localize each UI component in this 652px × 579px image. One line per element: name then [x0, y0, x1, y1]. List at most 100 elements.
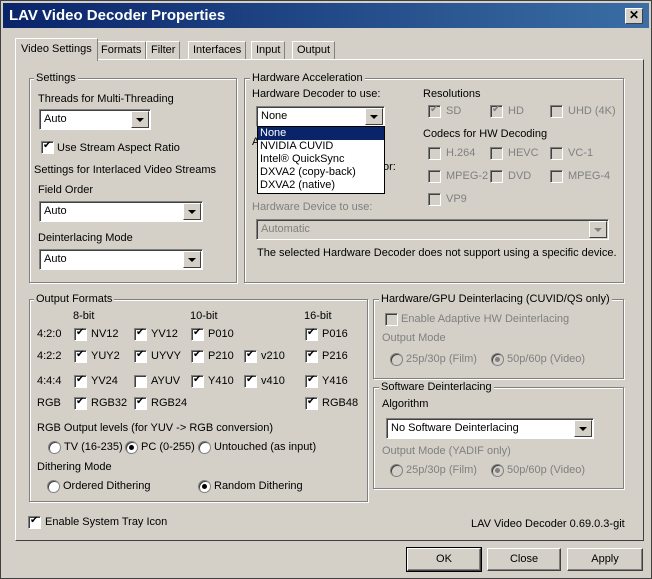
dropdown-option-nvidia-cuvid[interactable]: NVIDIA CUVID	[258, 140, 384, 153]
col-header-10bit: 10-bit	[190, 310, 218, 322]
tray-icon-label: Enable System Tray Icon	[45, 516, 168, 528]
chevron-down-icon[interactable]	[183, 203, 201, 220]
algorithm-value: No Software Deinterlacing	[391, 422, 519, 434]
tab-output[interactable]: Output	[292, 41, 336, 60]
dither-ordered-radio[interactable]	[47, 480, 60, 493]
fmt-yv24-checkbox[interactable]	[74, 374, 87, 388]
rgb-level-pc-radio[interactable]	[125, 441, 138, 454]
sw-deint-group-title: Software Deinterlacing	[379, 381, 494, 393]
settings-group-title: Settings	[34, 72, 78, 84]
fmt-p216-checkbox[interactable]	[305, 349, 318, 363]
dropdown-option-none[interactable]: None	[258, 127, 384, 140]
codec-mpeg4-checkbox[interactable]	[550, 170, 563, 183]
field-order-label: Field Order	[38, 184, 94, 196]
dither-ordered-label: Ordered Dithering	[63, 480, 151, 492]
fmt-rgb24-checkbox[interactable]	[134, 396, 147, 410]
rgb-level-untouched-radio[interactable]	[198, 441, 211, 454]
fmt-p016-checkbox[interactable]	[305, 327, 318, 341]
tab-formats[interactable]: Formats	[96, 41, 147, 60]
fmt-p010-checkbox[interactable]	[191, 327, 204, 341]
col-header-8bit: 8-bit	[73, 310, 95, 322]
codec-vc1-checkbox[interactable]	[550, 147, 563, 160]
codec-hevc-checkbox[interactable]	[490, 147, 503, 160]
fmt-rgb32-checkbox[interactable]	[74, 396, 87, 410]
fmt-ayuv-checkbox[interactable]	[134, 375, 147, 388]
fmt-p016-label: P016	[322, 328, 348, 340]
res-uhd-checkbox[interactable]	[550, 105, 563, 118]
hwaccel-group-title: Hardware Acceleration	[250, 72, 365, 84]
close-icon: ✕	[628, 8, 640, 22]
codecs-label: Codecs for HW Decoding	[423, 128, 548, 140]
sw-mode-video-radio[interactable]	[491, 464, 504, 477]
deint-mode-label: Deinterlacing Mode	[38, 232, 133, 244]
fmt-uyvy-checkbox[interactable]	[134, 349, 147, 363]
tray-icon-checkbox[interactable]	[28, 515, 41, 529]
dropdown-option-dxva2-copyback[interactable]: DXVA2 (copy-back)	[258, 166, 384, 179]
tab-video-settings[interactable]: Video Settings	[15, 38, 98, 61]
codec-mpeg2-checkbox[interactable]	[428, 170, 441, 183]
hw-mode-film-label: 25p/30p (Film)	[406, 353, 477, 365]
fmt-y410-checkbox[interactable]	[191, 374, 204, 388]
codec-vp9-checkbox[interactable]	[428, 193, 441, 206]
chevron-down-icon[interactable]	[183, 251, 201, 268]
chevron-down-icon[interactable]	[574, 420, 592, 437]
fmt-yv12-label: YV12	[151, 328, 178, 340]
fmt-v410-checkbox[interactable]	[244, 374, 257, 388]
chevron-down-icon[interactable]	[131, 111, 149, 128]
fmt-p216-label: P216	[322, 350, 348, 362]
dither-random-radio[interactable]	[198, 480, 211, 493]
adaptive-hw-deint-checkbox[interactable]	[385, 313, 398, 326]
sw-mode-film-radio[interactable]	[390, 464, 403, 477]
row-label-420: 4:2:0	[37, 328, 62, 340]
fmt-yuy2-label: YUY2	[91, 350, 120, 362]
codec-hevc-label: HEVC	[508, 147, 539, 159]
fmt-yv12-checkbox[interactable]	[134, 327, 147, 341]
hw-decoder-select[interactable]: None	[256, 106, 385, 127]
codec-dvd-label: DVD	[508, 170, 532, 182]
fmt-p010-label: P010	[208, 328, 234, 340]
hw-mode-video-radio[interactable]	[491, 353, 504, 366]
fmt-nv12-checkbox[interactable]	[74, 327, 87, 341]
hw-device-select[interactable]: Automatic	[256, 219, 609, 240]
deint-mode-select[interactable]: Auto	[39, 249, 203, 270]
close-window-button[interactable]: ✕	[625, 8, 643, 24]
codec-mpeg2-label: MPEG-2	[446, 170, 489, 182]
dither-random-label: Random Dithering	[214, 480, 303, 492]
tab-input[interactable]: Input	[251, 41, 286, 60]
chevron-down-icon[interactable]	[589, 221, 607, 238]
dithering-label: Dithering Mode	[37, 461, 112, 473]
fmt-nv12-label: NV12	[91, 328, 119, 340]
fmt-rgb32-label: RGB32	[91, 397, 128, 409]
threads-label: Threads for Multi-Threading	[38, 93, 174, 105]
tab-filter[interactable]: Filter	[146, 41, 181, 60]
title-bar[interactable]: LAV Video Decoder Properties ✕	[3, 3, 649, 28]
tab-interfaces[interactable]: Interfaces	[188, 41, 247, 60]
hw-mode-film-radio[interactable]	[390, 353, 403, 366]
dropdown-option-intel-quicksync[interactable]: Intel® QuickSync	[258, 153, 384, 166]
fmt-y416-checkbox[interactable]	[305, 374, 318, 388]
hw-device-value: Automatic	[261, 223, 310, 235]
codec-h264-checkbox[interactable]	[428, 147, 441, 160]
fmt-ayuv-label: AYUV	[151, 375, 181, 387]
chevron-down-icon[interactable]	[365, 108, 383, 125]
dropdown-option-dxva2-native[interactable]: DXVA2 (native)	[258, 179, 384, 192]
close-button[interactable]: Close	[487, 548, 561, 571]
deint-mode-value: Auto	[44, 253, 67, 265]
ok-button[interactable]: OK	[406, 547, 482, 572]
res-sd-checkbox[interactable]	[428, 104, 441, 118]
codec-dvd-checkbox[interactable]	[490, 170, 503, 183]
fmt-rgb48-checkbox[interactable]	[305, 396, 318, 410]
apply-button[interactable]: Apply	[567, 548, 643, 571]
interlaced-label: Settings for Interlaced Video Streams	[34, 164, 217, 176]
rgb-level-tv-radio[interactable]	[48, 441, 61, 454]
fmt-yuy2-checkbox[interactable]	[74, 349, 87, 363]
field-order-select[interactable]: Auto	[39, 201, 203, 222]
rgb-levels-label: RGB Output levels (for YUV -> RGB conver…	[37, 422, 274, 434]
threads-select[interactable]: Auto	[39, 109, 151, 130]
res-hd-checkbox[interactable]	[490, 104, 503, 118]
output-formats-group-title: Output Formats	[34, 293, 115, 305]
stream-aspect-checkbox[interactable]	[41, 140, 54, 154]
fmt-v210-checkbox[interactable]	[244, 349, 257, 363]
algorithm-select[interactable]: No Software Deinterlacing	[386, 418, 594, 439]
fmt-p210-checkbox[interactable]	[191, 349, 204, 363]
